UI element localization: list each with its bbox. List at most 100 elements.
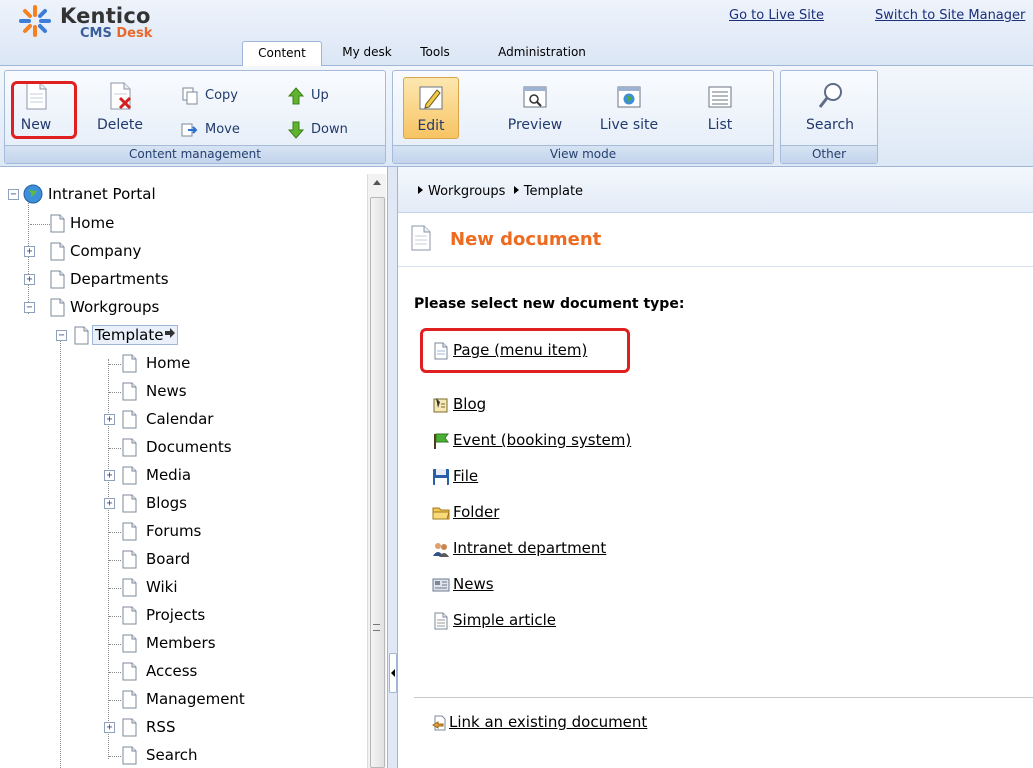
doctype-link[interactable]: Event (booking system) bbox=[453, 431, 631, 449]
tree-item-label: Members bbox=[146, 634, 216, 652]
kentico-logo[interactable]: Kentico CMS Desk bbox=[14, 2, 234, 42]
scrollbar-thumb[interactable] bbox=[370, 197, 385, 768]
people-icon bbox=[433, 543, 449, 557]
doctype-link[interactable]: Folder bbox=[453, 503, 499, 521]
preview-button[interactable]: Preview bbox=[497, 77, 573, 137]
page-icon bbox=[122, 522, 137, 541]
move-icon bbox=[181, 123, 198, 137]
breadcrumb-workgroups[interactable]: Workgroups bbox=[428, 184, 505, 199]
tab-tools[interactable]: Tools bbox=[412, 41, 458, 66]
page-title-bar: New document bbox=[398, 213, 1033, 267]
tree-item-label: RSS bbox=[146, 718, 176, 736]
doctype-link[interactable]: Intranet department bbox=[453, 539, 606, 557]
tree-scrollbar[interactable] bbox=[367, 174, 386, 768]
top-links: Go to Live Site Switch to Site Manager bbox=[693, 8, 1033, 26]
kentico-logo-icon bbox=[19, 5, 51, 37]
tree-item-label: Access bbox=[146, 662, 198, 680]
doctype-link[interactable]: News bbox=[453, 575, 494, 593]
copy-icon bbox=[182, 87, 198, 105]
brand-name: Kentico bbox=[60, 4, 151, 28]
page-icon bbox=[122, 410, 137, 429]
pane-splitter[interactable] bbox=[387, 167, 398, 768]
page-icon bbox=[122, 438, 137, 457]
move-button[interactable]: Move bbox=[181, 119, 251, 141]
search-button[interactable]: Search bbox=[795, 77, 865, 137]
breadcrumb-template[interactable]: Template bbox=[524, 184, 583, 199]
copy-label: Copy bbox=[205, 88, 238, 103]
tree-item-label: Template bbox=[92, 325, 179, 345]
collapse-left-icon bbox=[391, 669, 395, 677]
page-icon bbox=[122, 634, 137, 653]
breadcrumb-bar: Workgroups Template bbox=[398, 167, 1033, 213]
other-group: Search Other bbox=[780, 70, 878, 164]
expand-icon[interactable]: + bbox=[104, 470, 115, 481]
doctype-link[interactable]: Blog bbox=[453, 395, 486, 413]
tab-my-desk[interactable]: My desk bbox=[336, 41, 398, 66]
tree-item-label: Management bbox=[146, 690, 245, 708]
down-button[interactable]: Down bbox=[287, 119, 363, 141]
page-icon bbox=[122, 550, 137, 569]
globe-icon bbox=[23, 184, 43, 204]
preview-label: Preview bbox=[507, 117, 563, 133]
collapse-icon[interactable]: − bbox=[8, 189, 19, 200]
scroll-up-arrow-icon[interactable] bbox=[373, 180, 381, 185]
delete-button[interactable]: Delete bbox=[89, 77, 151, 137]
tab-content[interactable]: Content bbox=[242, 41, 322, 67]
down-label: Down bbox=[311, 122, 348, 137]
breadcrumb-arrow-icon bbox=[418, 186, 423, 194]
doctype-link[interactable]: Page (menu item) bbox=[453, 341, 587, 359]
product-name: CMS Desk bbox=[80, 26, 152, 41]
up-label: Up bbox=[311, 88, 329, 103]
switch-to-site-manager-link[interactable]: Switch to Site Manager bbox=[875, 8, 1025, 23]
tree-item-label: Wiki bbox=[146, 578, 178, 596]
tab-administration[interactable]: Administration bbox=[492, 41, 592, 66]
tree-item-label: Documents bbox=[146, 438, 232, 456]
page-icon bbox=[50, 242, 65, 261]
doctype-link[interactable]: Simple article bbox=[453, 611, 556, 629]
page-icon bbox=[122, 718, 137, 737]
folder-icon bbox=[432, 507, 450, 520]
delete-document-icon bbox=[110, 82, 132, 110]
page-icon bbox=[122, 662, 137, 681]
divider bbox=[414, 697, 1033, 698]
content-tree: − Intranet Portal Home + Company + Depar… bbox=[0, 174, 387, 768]
copy-button[interactable]: Copy bbox=[181, 85, 251, 107]
event-flag-icon bbox=[434, 433, 449, 449]
edit-button[interactable]: Edit bbox=[403, 77, 459, 139]
page-icon bbox=[122, 690, 137, 709]
link-existing-link[interactable]: Link an existing document bbox=[449, 713, 647, 731]
doctype-link[interactable]: File bbox=[453, 467, 478, 485]
collapse-icon[interactable]: − bbox=[56, 330, 67, 341]
expand-icon[interactable]: + bbox=[104, 414, 115, 425]
page-icon bbox=[122, 494, 137, 513]
edit-label: Edit bbox=[417, 118, 445, 134]
edit-icon bbox=[419, 86, 443, 110]
selected-label: Template bbox=[95, 326, 164, 344]
list-button[interactable]: List bbox=[695, 77, 745, 137]
tree-item-label: Intranet Portal bbox=[48, 185, 156, 203]
page-icon bbox=[74, 326, 89, 345]
up-button[interactable]: Up bbox=[287, 85, 347, 107]
search-label: Search bbox=[805, 117, 855, 133]
page-icon bbox=[122, 466, 137, 485]
preview-icon bbox=[523, 86, 547, 108]
go-to-live-site-link[interactable]: Go to Live Site bbox=[729, 8, 824, 23]
tree-item-label: Forums bbox=[146, 522, 202, 540]
collapse-icon[interactable]: − bbox=[24, 302, 35, 313]
live-site-button[interactable]: Live site bbox=[589, 77, 669, 137]
new-button[interactable]: New bbox=[13, 77, 59, 137]
collapse-pane-button[interactable] bbox=[389, 653, 397, 693]
page-icon bbox=[122, 578, 137, 597]
tree-item-label: Board bbox=[146, 550, 191, 568]
expand-icon[interactable]: + bbox=[24, 246, 35, 257]
tree-item-intranet-portal[interactable]: − Intranet Portal bbox=[0, 184, 360, 206]
expand-icon[interactable]: + bbox=[24, 274, 35, 285]
expand-icon[interactable]: + bbox=[104, 498, 115, 509]
new-label: New bbox=[20, 117, 52, 133]
expand-icon[interactable]: + bbox=[104, 722, 115, 733]
breadcrumb-arrow-icon bbox=[513, 186, 519, 194]
delete-label: Delete bbox=[97, 117, 143, 133]
list-icon bbox=[708, 86, 732, 108]
tree-item-label: Departments bbox=[70, 270, 169, 288]
select-type-prompt: Please select new document type: bbox=[414, 296, 685, 312]
